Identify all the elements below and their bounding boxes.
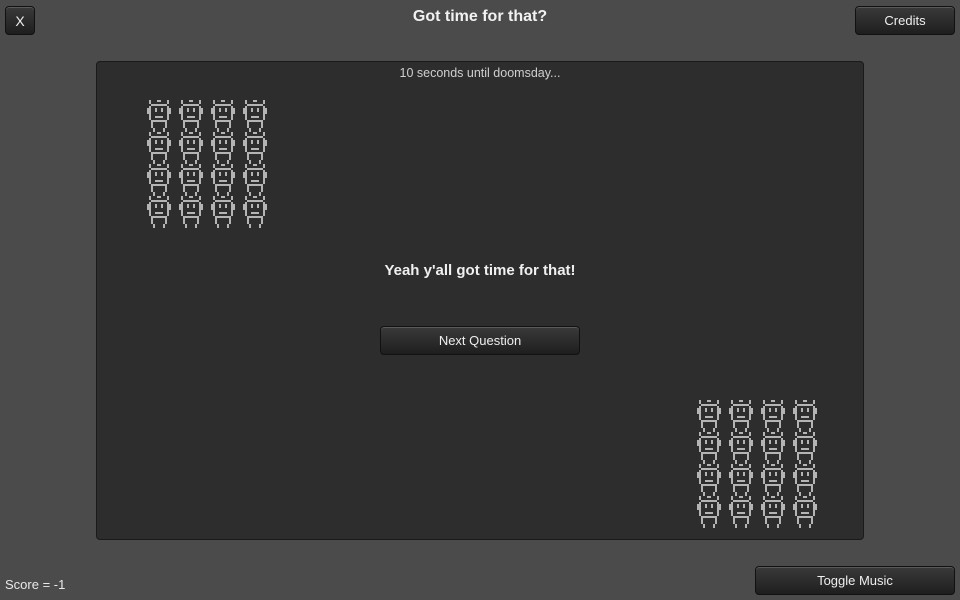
pixel-robot-icon xyxy=(147,164,171,196)
pixel-robot-icon xyxy=(793,400,817,432)
pixel-robot-icon xyxy=(793,432,817,464)
credits-button[interactable]: Credits xyxy=(855,6,955,35)
robot-grid-bottom-right xyxy=(693,400,821,528)
score-label: Score = -1 xyxy=(5,577,66,592)
game-panel: 10 seconds until doomsday... Yeah y'all … xyxy=(96,61,864,540)
pixel-robot-icon xyxy=(179,196,203,228)
pixel-robot-icon xyxy=(147,132,171,164)
pixel-robot-icon xyxy=(697,496,721,528)
pixel-robot-icon xyxy=(243,196,267,228)
pixel-robot-icon xyxy=(211,164,235,196)
pixel-robot-icon xyxy=(179,100,203,132)
pixel-robot-icon xyxy=(761,400,785,432)
pixel-robot-icon xyxy=(793,464,817,496)
pixel-robot-icon xyxy=(147,100,171,132)
pixel-robot-icon xyxy=(211,196,235,228)
pixel-robot-icon xyxy=(211,132,235,164)
toggle-music-button[interactable]: Toggle Music xyxy=(755,566,955,595)
next-question-button[interactable]: Next Question xyxy=(380,326,580,355)
pixel-robot-icon xyxy=(729,464,753,496)
pixel-robot-icon xyxy=(243,164,267,196)
pixel-robot-icon xyxy=(243,132,267,164)
pixel-robot-icon xyxy=(729,432,753,464)
pixel-robot-icon xyxy=(697,432,721,464)
pixel-robot-icon xyxy=(697,400,721,432)
page-title: Got time for that? xyxy=(412,8,548,25)
robot-grid-top-left xyxy=(143,100,271,228)
result-message: Yeah y'all got time for that! xyxy=(384,262,576,279)
pixel-robot-icon xyxy=(761,464,785,496)
pixel-robot-icon xyxy=(793,496,817,528)
pixel-robot-icon xyxy=(729,400,753,432)
pixel-robot-icon xyxy=(761,496,785,528)
pixel-robot-icon xyxy=(697,464,721,496)
countdown-text: 10 seconds until doomsday... xyxy=(399,66,561,80)
pixel-robot-icon xyxy=(211,100,235,132)
pixel-robot-icon xyxy=(147,196,171,228)
pixel-robot-icon xyxy=(179,132,203,164)
pixel-robot-icon xyxy=(179,164,203,196)
pixel-robot-icon xyxy=(761,432,785,464)
pixel-robot-icon xyxy=(729,496,753,528)
pixel-robot-icon xyxy=(243,100,267,132)
